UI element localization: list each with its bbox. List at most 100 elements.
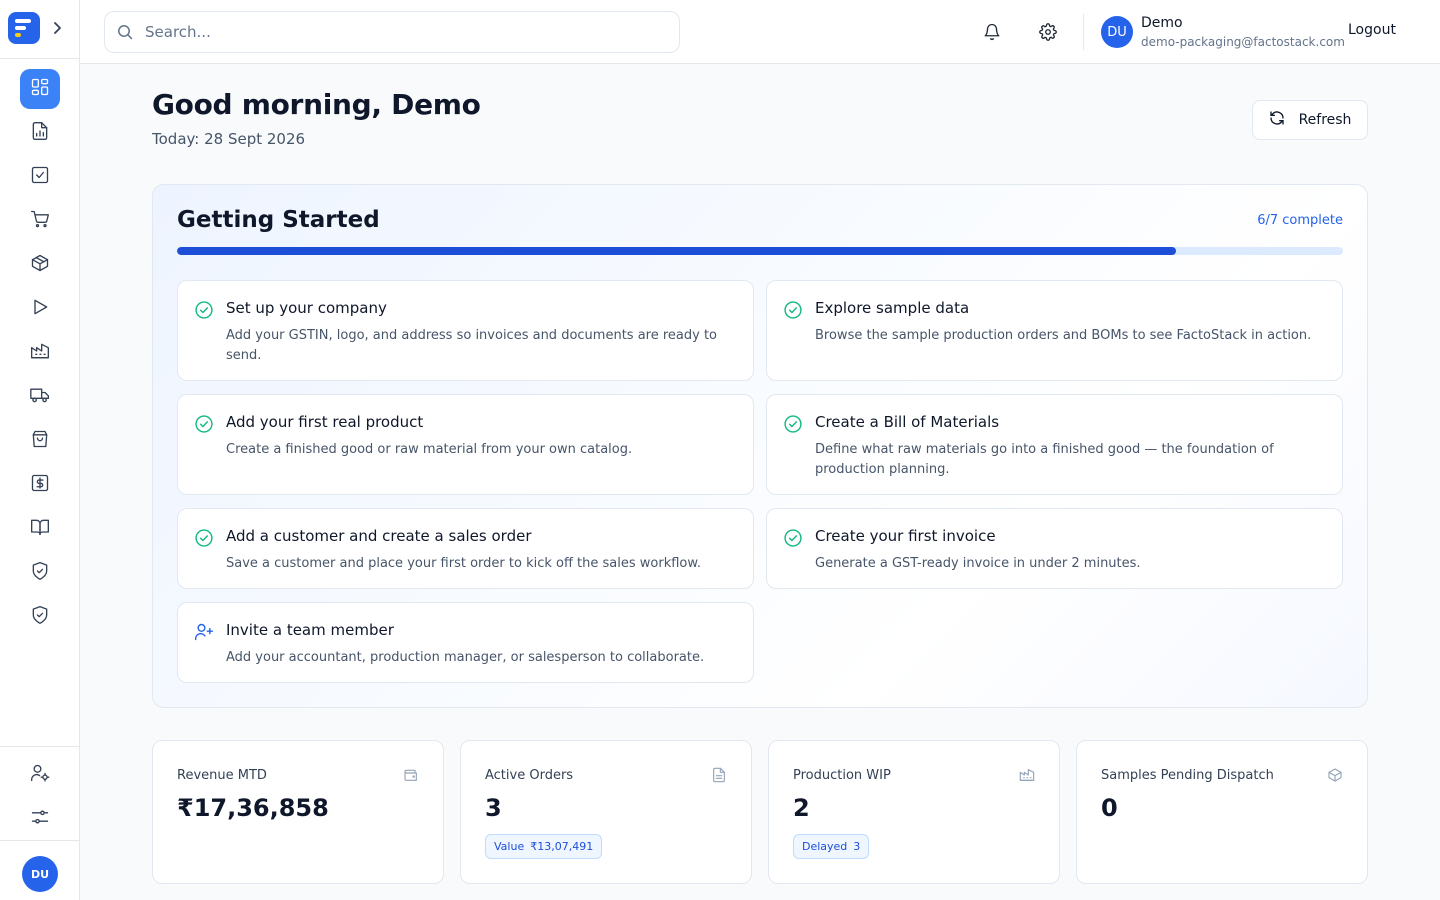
search-input[interactable] xyxy=(145,12,665,52)
chevron-right-icon[interactable] xyxy=(48,18,66,38)
task-title: Add your first real product xyxy=(226,413,424,431)
task-title: Set up your company xyxy=(226,299,387,317)
stat-card: Revenue MTD ₹17,36,858 xyxy=(152,740,444,884)
dollar-icon xyxy=(30,473,50,497)
task-description: Add your accountant, production manager,… xyxy=(226,650,705,665)
sidebar-divider xyxy=(0,746,80,747)
progress-bar-fill xyxy=(177,247,1177,255)
stat-card: Samples Pending Dispatch 0 xyxy=(1076,740,1368,884)
search-icon xyxy=(117,24,133,44)
book-icon xyxy=(30,517,50,541)
sidebar-item-dollar[interactable] xyxy=(20,465,60,505)
progress-bar xyxy=(177,247,1343,255)
sidebar-item-package[interactable] xyxy=(20,245,60,285)
stat-label: Production WIP xyxy=(793,768,891,783)
app-logo[interactable] xyxy=(8,12,40,44)
package-send-icon xyxy=(1327,767,1343,783)
shopping-bag-icon xyxy=(30,429,50,453)
task-title: Create a Bill of Materials xyxy=(815,413,1000,431)
check-circle-icon xyxy=(194,528,214,548)
stat-label: Revenue MTD xyxy=(177,768,267,783)
sidebar-item-user-settings[interactable] xyxy=(20,755,60,795)
task-title: Invite a team member xyxy=(226,621,394,639)
badge-label: Delayed xyxy=(802,840,848,853)
getting-started-title: Getting Started xyxy=(177,207,380,233)
task-description: Save a customer and place your first ord… xyxy=(226,556,701,571)
badge-value: 3 xyxy=(853,840,861,853)
check-circle-icon xyxy=(194,300,214,320)
truck-icon xyxy=(30,385,50,409)
check-circle-icon xyxy=(194,414,214,434)
status-badge: Value ₹13,07,491 xyxy=(485,834,603,859)
getting-started-card: Getting Started 6/7 complete Set up your… xyxy=(152,184,1368,708)
factory-icon xyxy=(30,341,50,365)
task-card[interactable]: Set up your company Add your GSTIN, logo,… xyxy=(177,280,754,381)
search-box xyxy=(104,11,680,53)
sidebar-item-dashboard[interactable] xyxy=(20,69,60,109)
stat-value: 3 xyxy=(485,794,502,822)
topbar-divider xyxy=(1083,14,1084,50)
shield-check-icon xyxy=(30,561,50,585)
stat-card: Active Orders 3 Value ₹13,07,491 xyxy=(460,740,752,884)
refresh-icon xyxy=(1269,110,1285,130)
status-badge: Delayed 3 xyxy=(793,834,870,859)
sidebar-item-factory[interactable] xyxy=(20,333,60,373)
sidebar-item-cart[interactable] xyxy=(20,201,60,241)
play-icon xyxy=(30,297,50,321)
task-description: Generate a GST-ready invoice in under 2 … xyxy=(815,556,1141,571)
document-icon xyxy=(711,767,727,783)
package-icon xyxy=(30,253,50,277)
task-title: Explore sample data xyxy=(815,299,970,317)
task-description: Define what raw materials go into a fini… xyxy=(815,442,1274,477)
report-icon xyxy=(30,121,50,145)
dashboard-icon xyxy=(30,77,50,101)
page-title: Good morning, Demo xyxy=(152,88,481,121)
user-avatar[interactable]: DU xyxy=(1101,16,1133,48)
task-card[interactable]: Add your first real product Create a fini… xyxy=(177,394,754,495)
refresh-button[interactable]: Refresh xyxy=(1252,100,1368,140)
sidebar-item-shopping-bag[interactable] xyxy=(20,421,60,461)
stat-value: 2 xyxy=(793,794,810,822)
user-plus-icon xyxy=(194,622,214,642)
task-title: Add a customer and create a sales order xyxy=(226,527,532,545)
check-circle-icon xyxy=(783,528,803,548)
avatar[interactable]: DU xyxy=(22,856,58,892)
stat-card: Production WIP 2 Delayed 3 xyxy=(768,740,1060,884)
shield-check-icon xyxy=(30,605,50,629)
bell-icon[interactable] xyxy=(980,20,1004,44)
factory-icon xyxy=(1019,767,1035,783)
task-card[interactable]: Add a customer and create a sales order S… xyxy=(177,508,754,589)
check-circle-icon xyxy=(783,300,803,320)
sidebar-item-shield-check[interactable] xyxy=(20,553,60,593)
task-description: Browse the sample production orders and … xyxy=(815,328,1312,343)
stat-value: 0 xyxy=(1101,794,1118,822)
sidebar: DU xyxy=(0,0,80,900)
task-title: Create your first invoice xyxy=(815,527,996,545)
sidebar-item-book[interactable] xyxy=(20,509,60,549)
gear-icon[interactable] xyxy=(1036,20,1060,44)
badge-value: ₹13,07,491 xyxy=(530,840,594,853)
task-card[interactable]: Invite a team member Add your accountant,… xyxy=(177,602,754,683)
logout-button[interactable]: Logout xyxy=(1348,22,1396,38)
task-description: Add your GSTIN, logo, and address so inv… xyxy=(226,328,717,363)
tasks-icon xyxy=(30,165,50,189)
sidebar-divider xyxy=(0,840,80,841)
top-bar: DU Demo demo-packaging@factostack.com Lo… xyxy=(80,0,1440,64)
stat-label: Active Orders xyxy=(485,768,574,783)
progress-label: 6/7 complete xyxy=(1257,213,1343,228)
stat-label: Samples Pending Dispatch xyxy=(1101,768,1274,783)
sidebar-item-shield-check[interactable] xyxy=(20,597,60,637)
sidebar-item-play[interactable] xyxy=(20,289,60,329)
today-date: Today: 28 Sept 2026 xyxy=(152,130,306,148)
task-card[interactable]: Create your first invoice Generate a GST-… xyxy=(766,508,1343,589)
sidebar-item-tasks[interactable] xyxy=(20,157,60,197)
task-card[interactable]: Explore sample data Browse the sample pro… xyxy=(766,280,1343,381)
sidebar-item-report[interactable] xyxy=(20,113,60,153)
wallet-icon xyxy=(403,767,419,783)
sidebar-item-truck[interactable] xyxy=(20,377,60,417)
badge-label: Value xyxy=(494,840,525,853)
task-description: Create a finished good or raw material f… xyxy=(226,442,633,457)
sidebar-item-sliders[interactable] xyxy=(20,799,60,839)
task-card[interactable]: Create a Bill of Materials Define what ra… xyxy=(766,394,1343,495)
user-email: demo-packaging@factostack.com xyxy=(1141,35,1345,49)
